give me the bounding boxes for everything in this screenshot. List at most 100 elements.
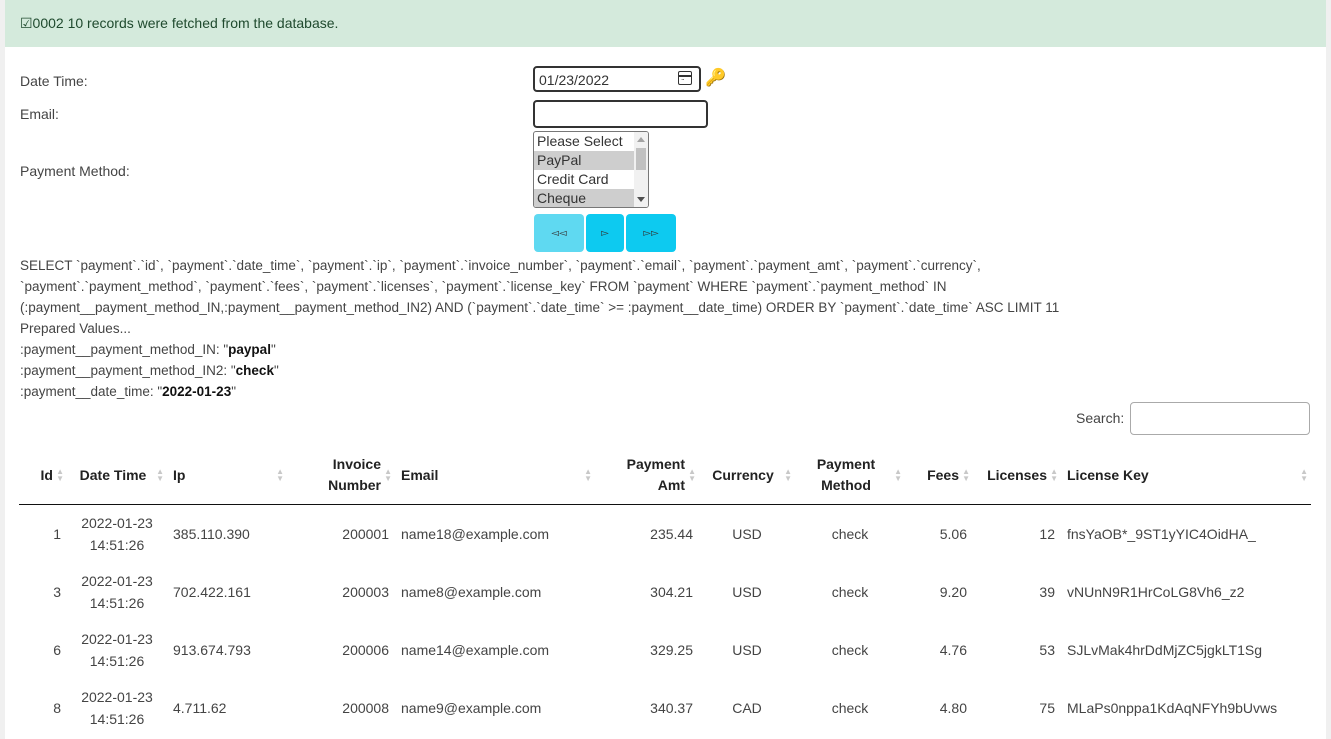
cell-fees: 9.20 bbox=[939, 584, 967, 600]
sort-icon[interactable]: ▲ ▼ bbox=[784, 468, 792, 483]
column-header-label: Ip bbox=[173, 466, 186, 483]
calendar-icon[interactable] bbox=[678, 71, 692, 85]
cell-date-time: 2022-01-23 14:51:26 bbox=[81, 631, 153, 669]
sort-icon[interactable]: ▲ ▼ bbox=[962, 468, 970, 483]
column-header-licenses[interactable]: Licenses ▲ ▼ bbox=[973, 446, 1061, 505]
prepared-val: paypal bbox=[228, 342, 271, 357]
column-header-label: Id bbox=[40, 466, 53, 483]
cell-licenses: 53 bbox=[1039, 642, 1055, 658]
column-header-label: Licenses bbox=[987, 466, 1047, 483]
table-row[interactable]: 3 2022-01-23 14:51:26 702.422.161 200003 nam… bbox=[19, 563, 1311, 621]
column-header-invoice-number[interactable]: Invoice Number ▲ ▼ bbox=[287, 446, 395, 505]
cell-email: name8@example.com bbox=[401, 584, 542, 600]
search-input[interactable] bbox=[1130, 402, 1310, 435]
column-header-license-key[interactable]: License Key ▲ ▼ bbox=[1061, 446, 1311, 505]
cell-invoice-number: 200001 bbox=[342, 526, 389, 542]
table-row[interactable]: 6 2022-01-23 14:51:26 913.674.793 200006 nam… bbox=[19, 621, 1311, 679]
column-header-label: License Key bbox=[1067, 466, 1149, 483]
scroll-up-icon[interactable] bbox=[637, 137, 645, 142]
cell-licenses: 75 bbox=[1039, 700, 1055, 716]
sort-icon[interactable]: ▲ ▼ bbox=[56, 468, 64, 483]
column-header-date-time[interactable]: Date Time ▲ ▼ bbox=[67, 446, 167, 505]
cell-date-time: 2022-01-23 14:51:26 bbox=[81, 689, 153, 727]
prepared-val: 2022-01-23 bbox=[162, 384, 232, 399]
cell-fees: 4.80 bbox=[939, 700, 967, 716]
sort-icon[interactable]: ▲ ▼ bbox=[384, 468, 392, 483]
scroll-thumb[interactable] bbox=[636, 148, 646, 170]
key-icon[interactable]: 🔑 bbox=[705, 68, 726, 88]
sql-line: `payment`.`payment_method`, `payment`.`f… bbox=[20, 279, 947, 294]
cell-payment-method: check bbox=[831, 584, 869, 600]
cell-email: name9@example.com bbox=[401, 700, 542, 716]
column-header-label: Currency bbox=[712, 466, 774, 483]
email-input[interactable] bbox=[533, 100, 708, 128]
cell-id: 3 bbox=[53, 584, 61, 600]
cell-email: name18@example.com bbox=[401, 526, 550, 542]
column-header-fees[interactable]: Fees ▲ ▼ bbox=[905, 446, 973, 505]
column-header-label: Email bbox=[401, 466, 439, 483]
sort-icon[interactable]: ▲ ▼ bbox=[688, 468, 696, 483]
listbox-scrollbar[interactable] bbox=[634, 132, 648, 207]
cell-payment-amt: 329.25 bbox=[650, 642, 693, 658]
cell-email: name14@example.com bbox=[401, 642, 550, 658]
first-page-button[interactable]: ◅◅ bbox=[534, 214, 584, 252]
column-header-currency[interactable]: Currency ▲ ▼ bbox=[699, 446, 795, 505]
status-alert: ☑0002 10 records were fetched from the d… bbox=[5, 0, 1326, 47]
page: ☑0002 10 records were fetched from the d… bbox=[5, 0, 1326, 739]
cell-fees: 4.76 bbox=[939, 642, 967, 658]
cell-ip: 385.110.390 bbox=[173, 526, 250, 542]
option-credit-card[interactable]: Credit Card bbox=[534, 170, 634, 189]
column-header-payment-method[interactable]: Payment Method ▲ ▼ bbox=[795, 446, 905, 505]
cell-id: 6 bbox=[53, 642, 61, 658]
column-header-email[interactable]: Email ▲ ▼ bbox=[395, 446, 595, 505]
sort-icon[interactable]: ▲ ▼ bbox=[156, 468, 164, 483]
cell-payment-method: check bbox=[831, 642, 869, 658]
column-header-label: Date Time bbox=[79, 466, 147, 483]
scroll-down-icon[interactable] bbox=[637, 197, 645, 202]
table-row[interactable]: 1 2022-01-23 14:51:26 385.110.390 200001 nam… bbox=[19, 505, 1311, 564]
prepared-value: :payment__payment_method_IN2: "check" bbox=[20, 363, 279, 378]
cell-currency: USD bbox=[732, 642, 762, 658]
prepared-key: :payment__payment_method_IN2: " bbox=[20, 363, 236, 378]
option-paypal[interactable]: PayPal bbox=[534, 151, 634, 170]
cell-invoice-number: 200003 bbox=[342, 584, 389, 600]
cell-invoice-number: 200008 bbox=[342, 700, 389, 716]
prepared-val: check bbox=[235, 363, 274, 378]
cell-id: 1 bbox=[53, 526, 61, 542]
option-cheque[interactable]: Cheque bbox=[534, 189, 634, 207]
prepared-value: :payment__payment_method_IN: "paypal" bbox=[20, 342, 276, 357]
cell-payment-method: check bbox=[831, 700, 869, 716]
payment-method-label: Payment Method: bbox=[20, 163, 130, 179]
cell-fees: 5.06 bbox=[939, 526, 967, 542]
cell-payment-amt: 235.44 bbox=[650, 526, 693, 542]
sql-debug: SELECT `payment`.`id`, `payment`.`date_t… bbox=[20, 255, 1260, 402]
prepared-values-label: Prepared Values... bbox=[20, 321, 131, 336]
prepared-key: :payment__payment_method_IN: " bbox=[20, 342, 229, 357]
cell-licenses: 39 bbox=[1039, 584, 1055, 600]
sort-icon[interactable]: ▲ ▼ bbox=[1050, 468, 1058, 483]
search-label: Search: bbox=[1076, 410, 1125, 426]
prepared-value: :payment__date_time: "2022-01-23" bbox=[20, 384, 236, 399]
prepared-key: :payment__date_time: " bbox=[20, 384, 163, 399]
payments-table: Id ▲ ▼ Date Time ▲ ▼ Ip ▲ ▼ Invoice Number ▲ ▼ Email… bbox=[19, 446, 1311, 737]
payment-method-select[interactable]: Please Select PayPal Credit Card Cheque bbox=[533, 131, 649, 208]
cell-payment-amt: 340.37 bbox=[650, 700, 693, 716]
option-please-select[interactable]: Please Select bbox=[534, 132, 634, 151]
column-header-label: Payment Method bbox=[816, 456, 876, 493]
column-header-payment-amt[interactable]: Payment Amt ▲ ▼ bbox=[595, 446, 699, 505]
cell-licenses: 12 bbox=[1039, 526, 1055, 542]
column-header-id[interactable]: Id ▲ ▼ bbox=[19, 446, 67, 505]
last-page-button[interactable]: ▻▻ bbox=[626, 214, 676, 252]
sort-icon[interactable]: ▲ ▼ bbox=[584, 468, 592, 483]
table-row[interactable]: 8 2022-01-23 14:51:26 4.711.62 200008 name9@… bbox=[19, 679, 1311, 737]
cell-ip: 702.422.161 bbox=[173, 584, 251, 600]
sort-icon[interactable]: ▲ ▼ bbox=[894, 468, 902, 483]
sort-icon[interactable]: ▲ ▼ bbox=[276, 468, 284, 483]
column-header-ip[interactable]: Ip ▲ ▼ bbox=[167, 446, 287, 505]
next-page-button[interactable]: ▻ bbox=[586, 214, 624, 252]
cell-ip: 4.711.62 bbox=[173, 700, 227, 716]
cell-license-key: vNUnN9R1HrCoLG8Vh6_z2 bbox=[1067, 584, 1245, 600]
cell-license-key: SJLvMak4hrDdMjZC5jgkLT1Sg bbox=[1067, 642, 1263, 658]
date-time-input[interactable]: 01/23/2022 bbox=[533, 66, 701, 92]
sort-icon[interactable]: ▲ ▼ bbox=[1300, 468, 1308, 483]
